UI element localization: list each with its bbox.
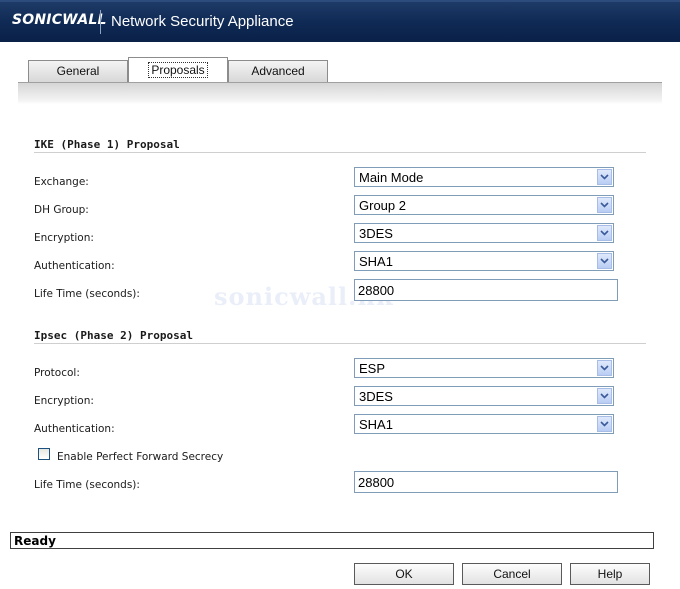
ipsec-protocol-value: ESP	[359, 361, 386, 376]
ipsec-protocol-label: Protocol:	[34, 367, 80, 379]
ike-authentication-select[interactable]: SHA1	[354, 251, 614, 271]
ok-button[interactable]: OK	[354, 563, 454, 585]
ike-exchange-select[interactable]: Main Mode	[354, 167, 614, 187]
ipsec-encryption-select[interactable]: 3DES	[354, 386, 614, 406]
ike-exchange-label: Exchange:	[34, 176, 89, 188]
ipsec-encryption-label: Encryption:	[34, 395, 94, 407]
pfs-checkbox[interactable]	[38, 448, 50, 460]
sonicwall-logo: SONICWALL	[12, 12, 107, 28]
tab-general-label: General	[56, 64, 100, 78]
ipsec-section-divider	[34, 343, 646, 344]
pfs-checkbox-label: Enable Perfect Forward Secrecy	[57, 451, 224, 463]
tab-advanced-label: Advanced	[251, 64, 305, 78]
chevron-down-icon[interactable]	[597, 225, 612, 241]
ipsec-authentication-value: SHA1	[359, 417, 393, 432]
ike-section-divider	[34, 152, 646, 153]
tab-general[interactable]: General	[28, 60, 128, 82]
ike-exchange-value: Main Mode	[359, 170, 424, 185]
chevron-down-icon[interactable]	[597, 253, 612, 269]
ipsec-section-title: Ipsec (Phase 2) Proposal	[34, 329, 193, 342]
status-bar: Ready	[10, 532, 654, 549]
ipsec-lifetime-label: Life Time (seconds):	[34, 479, 140, 491]
cancel-button[interactable]: Cancel	[462, 563, 562, 585]
ike-dh-group-select[interactable]: Group 2	[354, 195, 614, 215]
header-divider	[100, 10, 101, 34]
ipsec-encryption-value: 3DES	[359, 389, 393, 404]
ike-section-title: IKE (Phase 1) Proposal	[34, 138, 180, 151]
chevron-down-icon[interactable]	[597, 416, 612, 432]
ipsec-authentication-select[interactable]: SHA1	[354, 414, 614, 434]
tab-proposals[interactable]: Proposals	[128, 57, 228, 83]
tab-panel-header	[18, 82, 662, 104]
chevron-down-icon[interactable]	[597, 388, 612, 404]
app-header: SONICWALL Network Security Appliance	[0, 0, 680, 42]
ike-lifetime-label: Life Time (seconds):	[34, 288, 140, 300]
ipsec-protocol-select[interactable]: ESP	[354, 358, 614, 378]
tab-advanced[interactable]: Advanced	[228, 60, 328, 82]
chevron-down-icon[interactable]	[597, 169, 612, 185]
ike-authentication-value: SHA1	[359, 254, 393, 269]
ipsec-lifetime-input[interactable]	[354, 471, 618, 493]
ike-lifetime-input[interactable]	[354, 279, 618, 301]
help-button[interactable]: Help	[570, 563, 650, 585]
chevron-down-icon[interactable]	[597, 197, 612, 213]
ike-encryption-value: 3DES	[359, 226, 393, 241]
ike-encryption-label: Encryption:	[34, 232, 94, 244]
ipsec-authentication-label: Authentication:	[34, 423, 115, 435]
ike-dh-group-value: Group 2	[359, 198, 406, 213]
ike-authentication-label: Authentication:	[34, 260, 115, 272]
ike-encryption-select[interactable]: 3DES	[354, 223, 614, 243]
app-title: Network Security Appliance	[111, 13, 294, 30]
status-text: Ready	[14, 534, 56, 548]
ike-dh-group-label: DH Group:	[34, 204, 89, 216]
chevron-down-icon[interactable]	[597, 360, 612, 376]
tab-proposals-label: Proposals	[148, 62, 208, 78]
